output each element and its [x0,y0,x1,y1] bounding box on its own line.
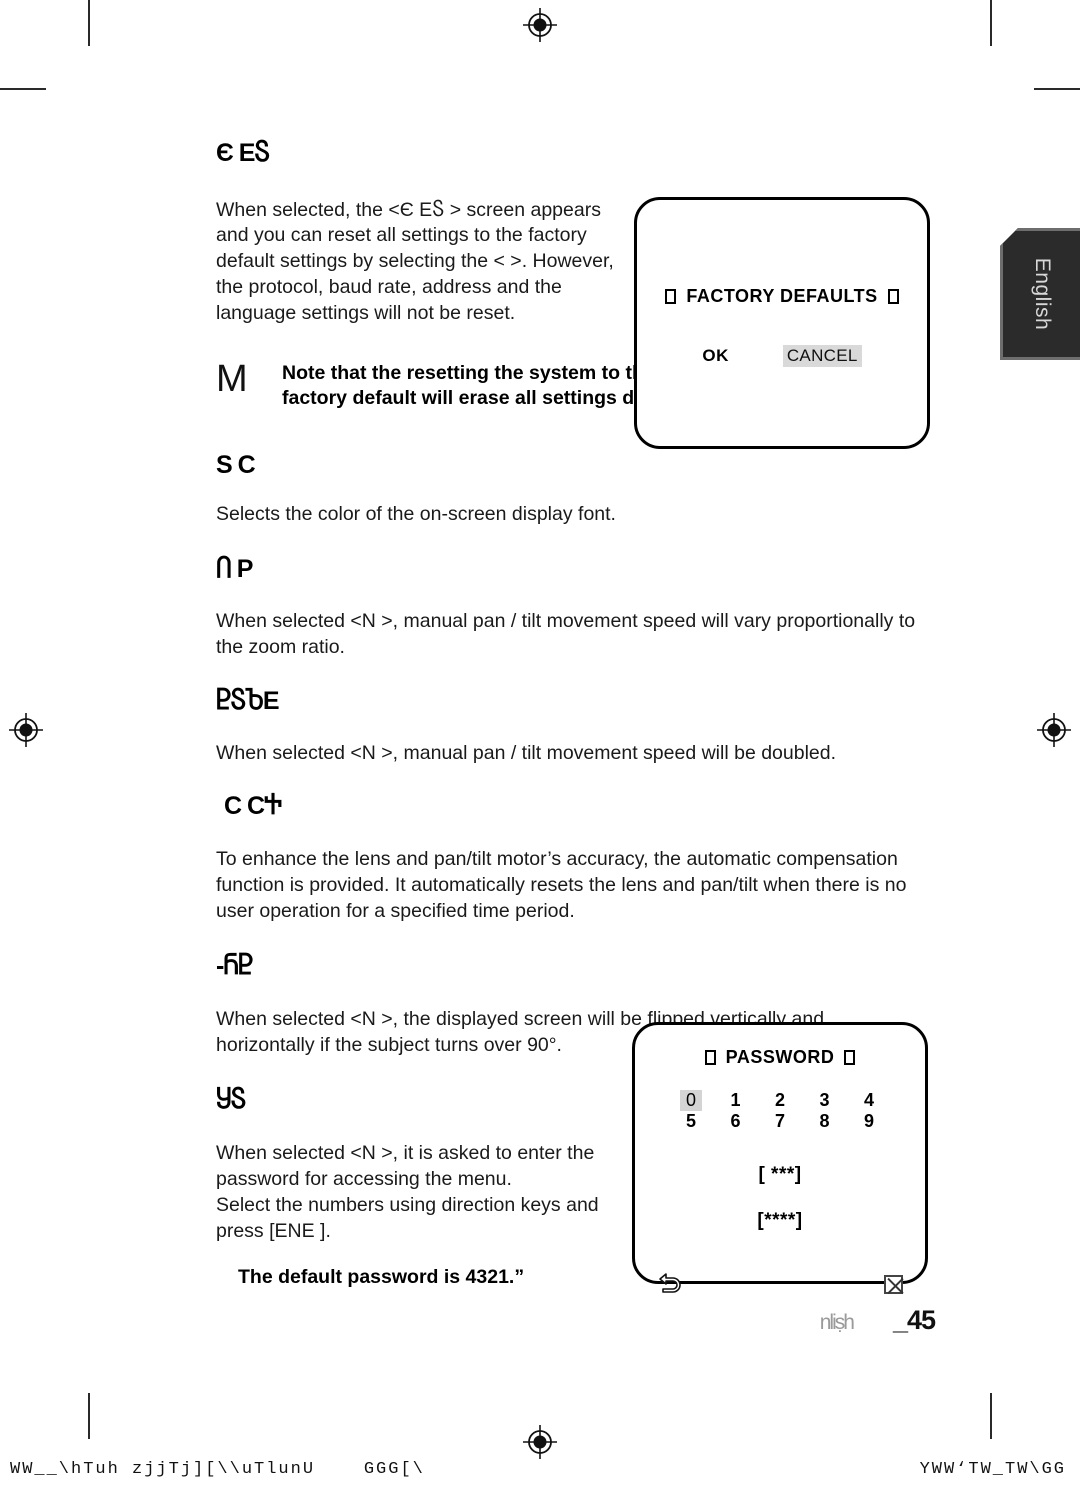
paragraph-osd-color: Selects the color of the on-screen displ… [216,503,616,526]
manual-page: English Є ЕႽ When selected, the <Є ЕႽ > … [0,0,1080,1495]
keypad-key-6[interactable]: 6 [725,1111,747,1132]
crop-mark-top-right [990,0,992,46]
heading-osd-color: S C [216,450,256,479]
factory-dialog-title-row: FACTORY DEFAULTS [637,286,927,307]
keypad-key-4[interactable]: 4 [858,1090,880,1111]
right-arrow-placeholder-icon [844,1050,856,1065]
keypad-key-1[interactable]: 1 [725,1090,747,1111]
keypad-row-bottom: 5 6 7 8 9 [680,1111,880,1132]
keypad-key-7[interactable]: 7 [769,1111,791,1132]
left-arrow-placeholder-icon [665,289,677,304]
paragraph-turbo-speed: When selected <N >, manual pan / tilt mo… [216,742,837,765]
page-footer: nliṣh _45 [819,1305,936,1336]
footer-language-label: nliṣh [819,1311,855,1334]
keypad-key-2[interactable]: 2 [769,1090,791,1111]
password-dialog-footer [635,1270,925,1299]
factory-dialog-ok-button[interactable]: OK [702,346,729,366]
password-keypad: 0 1 2 3 4 5 6 7 8 9 [680,1090,880,1131]
factory-dialog-cancel-button[interactable]: CANCEL [782,345,862,367]
paragraph-auto-calibration: To enhance the lens and pan/tilt motor’s… [216,848,907,923]
paragraph-password-line2: Select the numbers using direction keys … [216,1193,599,1242]
page-number: _45 [892,1305,936,1335]
password-dialog-title-row: PASSWORD [635,1047,925,1068]
heading-digital-flip: -ႬႲ [216,952,253,981]
password-dialog: PASSWORD 0 1 2 3 4 5 6 7 8 9 [ ***] [***… [632,1022,928,1295]
right-arrow-placeholder-icon [887,289,899,304]
registration-mark-right [1037,713,1071,747]
registration-mark-top [523,8,557,42]
registration-mark-bottom [523,1425,557,1459]
factory-defaults-dialog: FACTORY DEFAULTS OK CANCEL [634,197,930,449]
crop-mark-left-top [0,88,46,90]
password-default-note: The default password is 4321.” [238,1265,525,1288]
paragraph-password-line1: When selected <N >, it is asked to enter… [216,1142,595,1191]
left-arrow-placeholder-icon [704,1050,716,1065]
note-marker-icon: M [216,358,248,401]
crop-mark-bottom-left [88,1393,90,1439]
keypad-key-5[interactable]: 5 [680,1111,702,1132]
keypad-key-8[interactable]: 8 [814,1111,836,1132]
paragraph-factory-defaults: When selected, the <Є ЕႽ > screen appear… [216,198,614,325]
print-strip-left: WW__\hTuh zjjTj][\\uTlunU GGG[\ [10,1460,425,1479]
back-arrow-icon[interactable] [657,1270,683,1299]
heading-turbo-speed: ႲႽႦЕ [216,686,280,715]
password-dialog-title: PASSWORD [725,1047,835,1067]
print-strip-right: YWW‘TW_TW\GG [919,1460,1066,1479]
keypad-key-3[interactable]: 3 [814,1090,836,1111]
keypad-row-top: 0 1 2 3 4 [680,1090,880,1111]
password-entry-field[interactable]: [ ***] [635,1164,925,1186]
crop-mark-right-top [1034,88,1080,90]
keypad-key-0[interactable]: 0 [680,1090,702,1111]
factory-dialog-title: FACTORY DEFAULTS [686,286,878,306]
crop-mark-bottom-right [990,1393,992,1439]
paragraph-proportional-pt: When selected <N >, manual pan / tilt mo… [216,609,916,658]
registration-mark-left [9,713,43,747]
factory-dialog-buttons: OK CANCEL [637,345,927,367]
heading-proportional-pt: Ⴖ P [216,555,253,584]
exit-icon[interactable] [884,1275,903,1295]
heading-auto-calibration: C CႵ [224,791,282,820]
language-tab-label: English [1030,257,1054,331]
heading-factory-defaults: Є ЕႽ [216,139,270,167]
language-tab: English [1000,228,1080,360]
password-confirm-field[interactable]: [****] [635,1210,925,1232]
crop-mark-top-left [88,0,90,46]
keypad-key-9[interactable]: 9 [858,1111,880,1132]
